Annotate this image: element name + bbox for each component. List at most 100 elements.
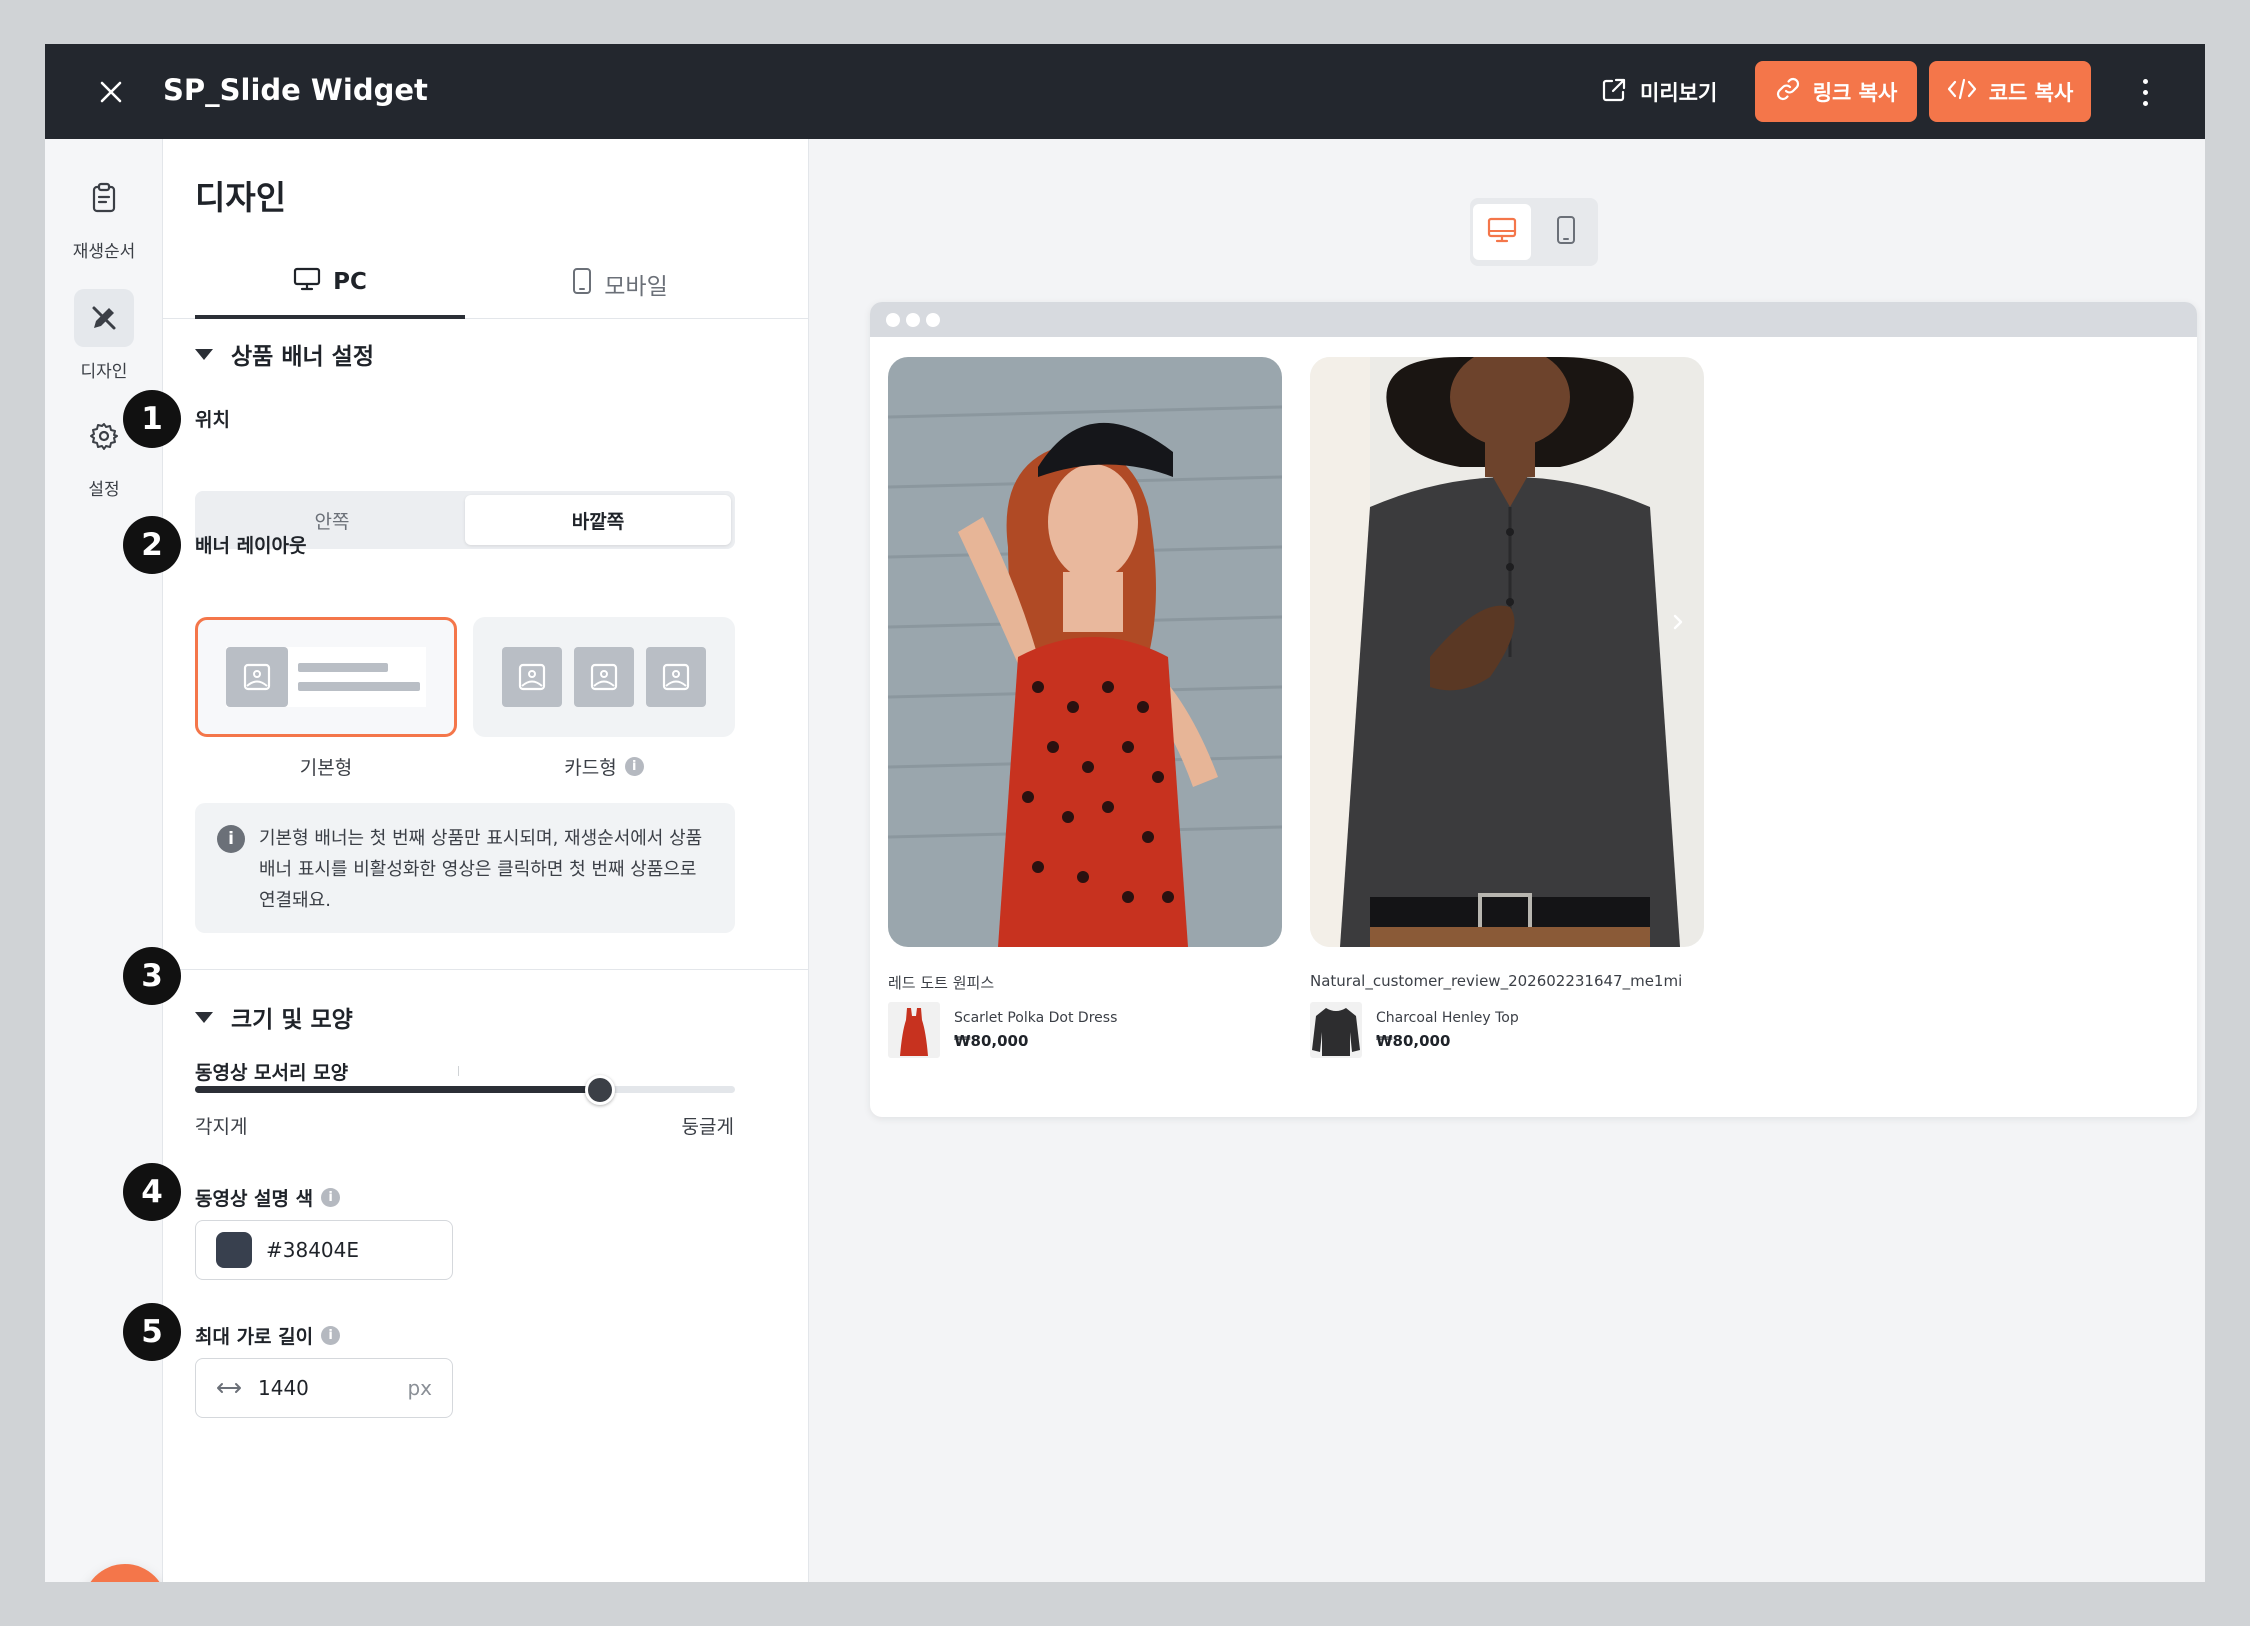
monitor-icon (1487, 216, 1517, 248)
product-name: Charcoal Henley Top (1376, 1010, 1519, 1026)
layout-option-basic[interactable] (195, 617, 457, 737)
slide-caption-2: Natural_customer_review_202602231647_me1… (1310, 972, 1683, 990)
browser-titlebar (870, 302, 2197, 337)
corner-min-label: 각지게 (195, 1116, 248, 1138)
corner-shape-label: 동영상 모서리 모양 (195, 1062, 349, 1084)
step-badge-2: 2 (123, 516, 181, 574)
slider-fill (195, 1086, 600, 1093)
woman-charcoal-top-photo (1310, 357, 1704, 947)
preview-device-toggle (1470, 198, 1598, 266)
app-title: SP_Slide Widget (163, 73, 428, 107)
max-width-label: 최대 가로 길이 i (195, 1322, 341, 1349)
left-nav-rail: 재생순서 디자인 설정 C (45, 139, 167, 1582)
device-tabs: PC 모바일 (163, 249, 809, 319)
video-slide-2[interactable] (1310, 357, 1704, 947)
image-placeholder-icon (574, 647, 634, 707)
tab-pc[interactable]: PC (195, 249, 465, 319)
clipboard-icon (74, 169, 134, 227)
image-placeholder-icon (226, 647, 288, 707)
close-icon[interactable] (93, 74, 129, 110)
product-banner-2[interactable]: Charcoal Henley Top ₩80,000 (1310, 1002, 1519, 1058)
tab-label: 모바일 (604, 274, 668, 300)
collapse-triangle-icon (195, 1011, 213, 1023)
video-slide-1[interactable] (888, 357, 1282, 947)
max-width-unit: px (407, 1376, 432, 1400)
section-title: 크기 및 모양 (231, 1007, 353, 1033)
layout-notice: i 기본형 배너는 첫 번째 상품만 표시되며, 재생순서에서 상품 배너 표시… (195, 803, 735, 933)
desc-color-input[interactable]: #38404E (195, 1220, 453, 1280)
rail-item-label: 설정 (88, 480, 120, 500)
tab-label: PC (333, 269, 367, 295)
tab-mobile[interactable]: 모바일 (465, 249, 775, 319)
step-badge-5: 5 (123, 1303, 181, 1361)
top-bar: SP_Slide Widget 미리보기 링크 복사 코드 복사 (45, 44, 2205, 139)
rail-item-playback-order[interactable]: 재생순서 (45, 169, 163, 262)
link-copy-button[interactable]: 링크 복사 (1755, 61, 1917, 122)
desktop-preview-button[interactable] (1473, 204, 1531, 260)
code-copy-button[interactable]: 코드 복사 (1929, 61, 2091, 122)
link-icon (1775, 76, 1801, 107)
corner-max-label: 둥글게 (681, 1116, 734, 1138)
rail-item-label: 재생순서 (72, 242, 136, 262)
chevron-right-icon[interactable] (1658, 602, 1698, 642)
product-price: ₩80,000 (954, 1032, 1029, 1050)
external-link-icon (1600, 76, 1628, 109)
color-value: #38404E (266, 1238, 360, 1262)
notice-text: 기본형 배너는 첫 번째 상품만 표시되며, 재생순서에서 상품 배너 표시를 … (259, 828, 703, 911)
phone-icon (572, 267, 592, 301)
more-menu-icon[interactable] (2133, 72, 2157, 112)
browser-mock: 레드 도트 원피스 Natural_customer_review_202602… (870, 302, 2197, 1117)
mobile-preview-button[interactable] (1537, 204, 1595, 260)
product-name: Scarlet Polka Dot Dress (954, 1010, 1118, 1026)
rail-item-design[interactable]: 디자인 (45, 289, 163, 382)
product-banner-1[interactable]: Scarlet Polka Dot Dress ₩80,000 (888, 1002, 1117, 1058)
slider-midpoint-tick (458, 1066, 459, 1076)
corner-shape-slider[interactable] (195, 1075, 735, 1105)
section-divider (163, 969, 809, 970)
product-price: ₩80,000 (1376, 1032, 1451, 1050)
app-window: SP_Slide Widget 미리보기 링크 복사 코드 복사 재생순서 디자… (45, 44, 2205, 1582)
layout-option-card[interactable] (473, 617, 735, 737)
size-section-header[interactable]: 크기 및 모양 (195, 1000, 353, 1034)
banner-section-header[interactable]: 상품 배너 설정 (195, 337, 374, 371)
slide-caption-1: 레드 도트 원피스 (888, 974, 995, 992)
preview-button[interactable]: 미리보기 (1600, 72, 1717, 112)
preview-label: 미리보기 (1640, 81, 1718, 105)
layout-basic-label: 기본형 (299, 757, 353, 779)
layout-label: 배너 레이아웃 (195, 535, 307, 557)
max-width-input[interactable]: 1440 px (195, 1358, 453, 1418)
step-badge-1: 1 (123, 390, 181, 448)
horizontal-resize-icon (216, 1380, 242, 1396)
code-copy-label: 코드 복사 (1988, 80, 2074, 105)
phone-icon (1556, 215, 1576, 249)
product-thumbnail (888, 1002, 940, 1058)
color-swatch[interactable] (216, 1232, 252, 1268)
image-placeholder-icon (646, 647, 706, 707)
fab-label: C (110, 1582, 141, 1583)
panel-title: 디자인 (195, 178, 287, 217)
info-icon[interactable]: i (321, 1188, 341, 1207)
basic-layout-preview (226, 647, 426, 707)
assistant-fab-button[interactable]: C (83, 1564, 167, 1582)
position-label: 위치 (195, 409, 230, 431)
collapse-triangle-icon (195, 348, 213, 360)
step-badge-4: 4 (123, 1163, 181, 1221)
woman-red-dress-photo (888, 357, 1282, 947)
rail-item-label: 디자인 (80, 362, 128, 382)
preview-area: 레드 도트 원피스 Natural_customer_review_202602… (809, 139, 2205, 1582)
info-icon[interactable]: i (321, 1326, 341, 1345)
desc-color-label: 동영상 설명 색 i (195, 1184, 341, 1211)
slider-knob[interactable] (585, 1075, 615, 1105)
code-icon (1947, 76, 1977, 107)
info-icon: i (217, 825, 245, 853)
info-icon[interactable]: i (624, 757, 644, 776)
design-panel: 디자인 PC 모바일 상품 배너 설정 위치 안쪽 바깥쪽 배너 레이아웃 기본… (163, 139, 809, 1582)
layout-card-label: 카드형 i (473, 753, 735, 780)
image-placeholder-icon (502, 647, 562, 707)
step-badge-3: 3 (123, 947, 181, 1005)
section-title: 상품 배너 설정 (231, 344, 374, 370)
max-width-value: 1440 (258, 1376, 309, 1400)
position-option-outside[interactable]: 바깥쪽 (465, 495, 731, 545)
product-thumbnail (1310, 1002, 1362, 1058)
design-pencil-icon (74, 289, 134, 347)
